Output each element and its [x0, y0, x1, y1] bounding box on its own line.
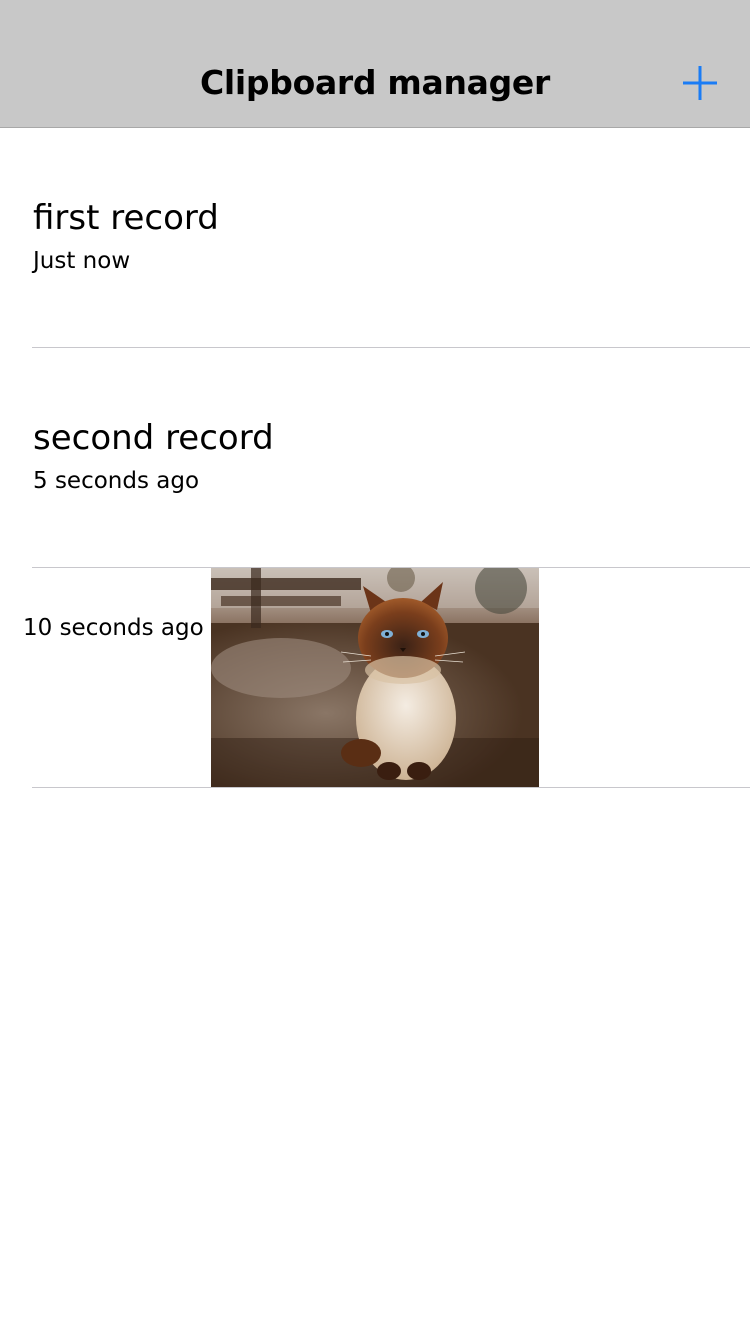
navigation-bar: Clipboard manager — [0, 0, 750, 128]
list-item[interactable]: first record Just now — [0, 128, 750, 348]
record-time: 10 seconds ago — [23, 615, 204, 641]
record-title: first record — [33, 198, 219, 238]
row-separator — [32, 787, 750, 788]
record-time: 5 seconds ago — [33, 468, 200, 494]
plus-icon — [683, 66, 717, 100]
list-item[interactable]: second record 5 seconds ago — [0, 348, 750, 568]
record-title: second record — [33, 418, 274, 458]
nav-title: Clipboard manager — [199, 63, 550, 102]
add-record-button[interactable] — [670, 53, 730, 113]
record-time: Just now — [33, 248, 131, 274]
cat-photo — [211, 568, 539, 787]
